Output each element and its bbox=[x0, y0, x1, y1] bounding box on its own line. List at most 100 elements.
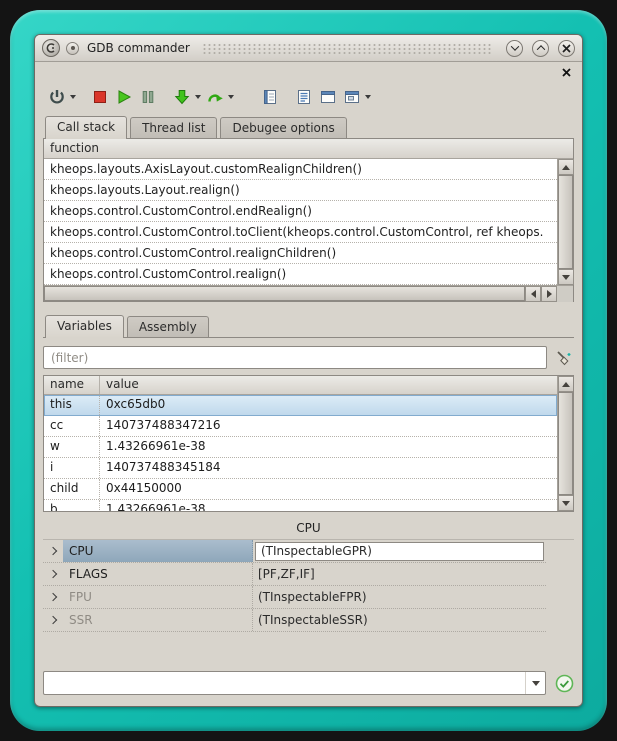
tab-thread-list[interactable]: Thread list bbox=[130, 117, 217, 138]
variable-value: 0x44150000 bbox=[100, 479, 557, 499]
step-button[interactable] bbox=[203, 84, 227, 110]
pin-dot-icon bbox=[71, 46, 75, 50]
arrow-left-icon bbox=[531, 290, 536, 298]
callstack-horizontal-scrollbar[interactable] bbox=[44, 285, 573, 301]
filter-input[interactable] bbox=[43, 346, 547, 369]
play-icon bbox=[115, 88, 133, 106]
scrollbar-thumb[interactable] bbox=[558, 175, 573, 269]
expand-button[interactable] bbox=[43, 594, 63, 600]
variables-panel: name value this 0xc65db0 cc 140737488347… bbox=[43, 375, 574, 512]
arrow-down-icon bbox=[562, 275, 570, 280]
callstack-row[interactable]: kheops.control.CustomControl.endRealign(… bbox=[44, 201, 557, 222]
show-log-button[interactable] bbox=[258, 84, 282, 110]
variable-name: child bbox=[44, 479, 100, 499]
variable-value: 1.43266961e-38 bbox=[100, 437, 557, 457]
titlebar[interactable]: GDB commander bbox=[35, 35, 582, 62]
variable-name: this bbox=[44, 395, 100, 415]
clear-filter-button[interactable] bbox=[554, 348, 574, 368]
decorative-teal-frame: GDB commander bbox=[10, 10, 607, 731]
cpu-row-value: (TInspectableFPR) bbox=[253, 590, 546, 604]
tab-variables[interactable]: Variables bbox=[45, 315, 124, 338]
close-icon bbox=[562, 44, 571, 53]
tab-call-stack[interactable]: Call stack bbox=[45, 116, 127, 139]
expand-button[interactable] bbox=[43, 548, 63, 554]
upper-tabbar: Call stack Thread list Debugee options bbox=[43, 115, 574, 139]
dropdown-arrow-icon[interactable] bbox=[365, 95, 371, 99]
variable-value: 1.43266961e-38 bbox=[100, 500, 557, 511]
cpu-row-value-edit[interactable]: (TInspectableGPR) bbox=[255, 542, 544, 561]
variable-name: b bbox=[44, 500, 100, 511]
scroll-up-button[interactable] bbox=[558, 376, 574, 392]
dropdown-arrow-icon[interactable] bbox=[70, 95, 76, 99]
combo-dropdown-button[interactable] bbox=[525, 672, 545, 694]
scroll-right-button[interactable] bbox=[541, 286, 557, 302]
arrow-right-icon bbox=[547, 290, 552, 298]
expand-button[interactable] bbox=[43, 571, 63, 577]
scroll-down-button[interactable] bbox=[558, 269, 574, 285]
dropdown-arrow-icon[interactable] bbox=[228, 95, 234, 99]
arrow-down-icon bbox=[562, 501, 570, 506]
stop-button[interactable] bbox=[88, 84, 112, 110]
callstack-vertical-scrollbar[interactable] bbox=[557, 159, 573, 285]
callstack-row[interactable]: kheops.control.CustomControl.toClient(kh… bbox=[44, 222, 557, 243]
accept-button[interactable] bbox=[554, 673, 574, 693]
middle-tabbar: Variables Assembly bbox=[43, 314, 574, 338]
debug-toolbar bbox=[35, 79, 582, 113]
variable-row[interactable]: this 0xc65db0 bbox=[44, 395, 557, 416]
dock-header bbox=[35, 62, 582, 79]
variable-row[interactable]: w 1.43266961e-38 bbox=[44, 437, 557, 458]
tab-assembly[interactable]: Assembly bbox=[127, 316, 209, 337]
callstack-row[interactable]: kheops.control.CustomControl.realignChil… bbox=[44, 243, 557, 264]
variables-filter-row bbox=[43, 346, 574, 369]
power-button[interactable] bbox=[45, 84, 69, 110]
show-window-button[interactable] bbox=[316, 84, 340, 110]
step-over-icon bbox=[206, 88, 224, 106]
cpu-row[interactable]: SSR (TInspectableSSR) bbox=[43, 609, 546, 632]
scrollbar-thumb[interactable] bbox=[558, 392, 573, 495]
dropdown-arrow-icon[interactable] bbox=[195, 95, 201, 99]
variable-row[interactable]: child 0x44150000 bbox=[44, 479, 557, 500]
variable-row[interactable]: i 140737488345184 bbox=[44, 458, 557, 479]
callstack-column-header: function bbox=[44, 139, 573, 159]
panel-close-button[interactable] bbox=[559, 65, 573, 79]
maximize-button[interactable] bbox=[532, 40, 549, 57]
show-list-button[interactable] bbox=[292, 84, 316, 110]
variable-name: cc bbox=[44, 416, 100, 436]
callstack-row[interactable]: kheops.layouts.Layout.realign() bbox=[44, 180, 557, 201]
scroll-down-button[interactable] bbox=[558, 495, 574, 511]
show-inspector-button[interactable] bbox=[340, 84, 364, 110]
pause-button[interactable] bbox=[136, 84, 160, 110]
cpu-row[interactable]: CPU (TInspectableGPR) bbox=[43, 540, 546, 563]
command-input[interactable] bbox=[44, 672, 525, 694]
callstack-row[interactable]: kheops.control.CustomControl.realign() bbox=[44, 264, 557, 285]
column-header-name: name bbox=[44, 376, 100, 394]
variable-name: w bbox=[44, 437, 100, 457]
chevron-down-icon bbox=[510, 42, 518, 50]
callstack-row[interactable]: kheops.layouts.AxisLayout.customRealignC… bbox=[44, 159, 557, 180]
cpu-row[interactable]: FLAGS [PF,ZF,IF] bbox=[43, 563, 546, 586]
variables-vertical-scrollbar[interactable] bbox=[557, 376, 573, 511]
expand-button[interactable] bbox=[43, 617, 63, 623]
cpu-row-label: CPU bbox=[63, 540, 253, 562]
pin-button[interactable] bbox=[66, 42, 79, 55]
window-icon bbox=[319, 88, 337, 106]
tab-debugee-options[interactable]: Debugee options bbox=[220, 117, 346, 138]
chevron-right-icon bbox=[49, 616, 57, 624]
variable-row[interactable]: cc 140737488347216 bbox=[44, 416, 557, 437]
command-combobox[interactable] bbox=[43, 671, 546, 695]
continue-button[interactable] bbox=[170, 84, 194, 110]
close-button[interactable] bbox=[558, 40, 575, 57]
titlebar-grip[interactable] bbox=[202, 42, 493, 55]
variable-name: i bbox=[44, 458, 100, 478]
scroll-up-button[interactable] bbox=[558, 159, 574, 175]
cpu-row-value: (TInspectableSSR) bbox=[253, 613, 546, 627]
shade-button[interactable] bbox=[506, 40, 523, 57]
cpu-row-label: SSR bbox=[63, 609, 253, 631]
scroll-left-button[interactable] bbox=[525, 286, 541, 302]
cpu-row[interactable]: FPU (TInspectableFPR) bbox=[43, 586, 546, 609]
variables-table: name value this 0xc65db0 cc 140737488347… bbox=[44, 376, 557, 511]
variable-row[interactable]: b 1.43266961e-38 bbox=[44, 500, 557, 511]
scrollbar-thumb[interactable] bbox=[44, 286, 525, 301]
run-button[interactable] bbox=[112, 84, 136, 110]
chevron-up-icon bbox=[536, 45, 544, 53]
